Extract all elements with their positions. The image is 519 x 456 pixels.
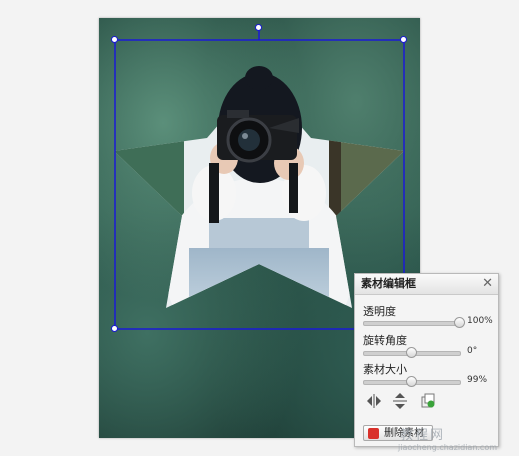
watermark-main: 教程网 (400, 428, 446, 443)
size-value: 99% (467, 375, 488, 385)
opacity-slider[interactable] (363, 317, 465, 328)
size-slider-thumb[interactable] (406, 376, 417, 387)
watermark-sub: jiaocheng.chazidian.com (398, 443, 498, 452)
opacity-label: 透明度 (363, 305, 396, 318)
resize-handle-top-right[interactable] (400, 36, 407, 43)
opacity-slider-thumb[interactable] (454, 317, 465, 328)
resize-handle-bottom-left[interactable] (111, 325, 118, 332)
delete-icon (368, 428, 379, 439)
rotation-slider[interactable] (363, 347, 461, 358)
flip-vertical-icon[interactable] (391, 392, 409, 410)
rotation-value: 0° (467, 346, 478, 356)
duplicate-icon[interactable] (419, 392, 437, 410)
opacity-value: 100% (467, 316, 493, 326)
size-slider[interactable] (363, 376, 461, 387)
size-label: 素材大小 (363, 363, 407, 376)
rotate-handle[interactable] (255, 24, 262, 31)
close-icon[interactable]: ✕ (482, 276, 493, 291)
material-editor-panel: 素材编辑框 ✕ 透明度 100% 旋转角度 0° 素材大小 99% 删除素材 (354, 273, 499, 447)
watermark: 教程网 jiaocheng.chazidian.com (398, 424, 519, 456)
panel-title: 素材编辑框 (355, 274, 498, 295)
rotation-slider-thumb[interactable] (406, 347, 417, 358)
rotation-label: 旋转角度 (363, 334, 407, 347)
flip-horizontal-icon[interactable] (365, 392, 383, 410)
resize-handle-top-left[interactable] (111, 36, 118, 43)
